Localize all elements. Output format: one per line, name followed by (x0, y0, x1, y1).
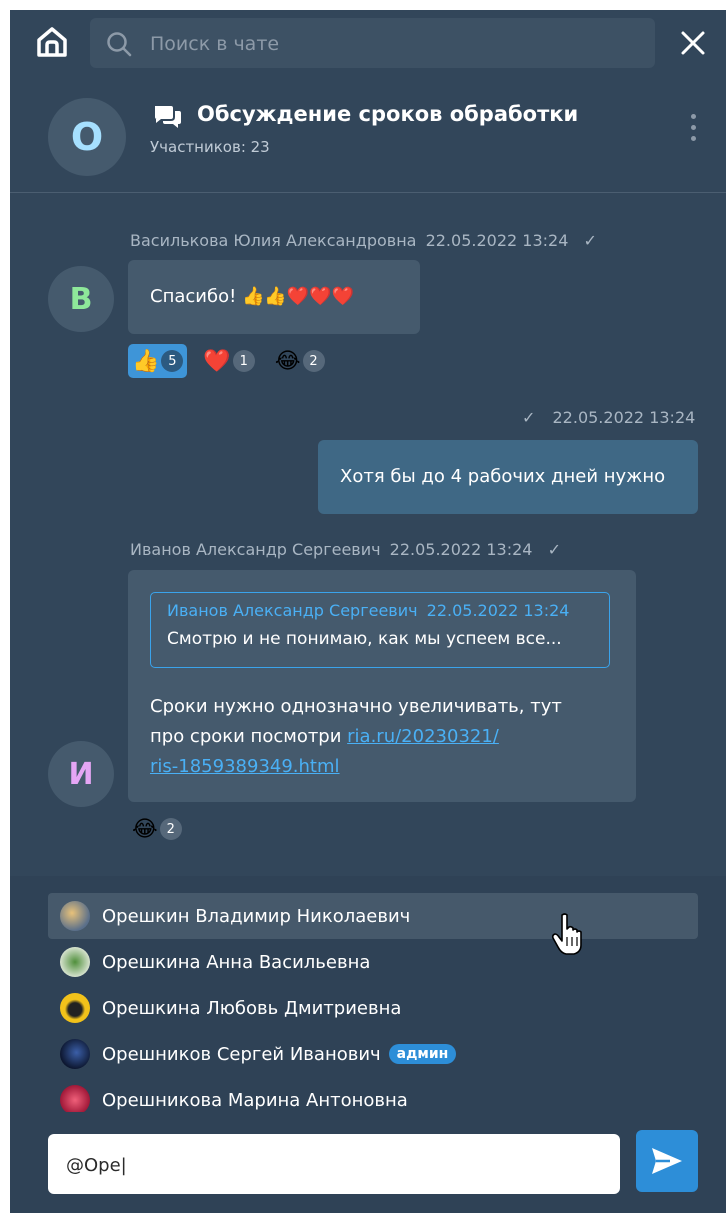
send-icon (652, 1148, 682, 1174)
message-meta: Василькова Юлия Александровна 22.05.2022… (130, 231, 597, 250)
reaction-heart[interactable]: ❤️ 1 (199, 344, 258, 378)
admin-badge: админ (388, 1044, 457, 1064)
home-icon (37, 27, 67, 57)
message-datetime: 22.05.2022 13:24 (552, 408, 696, 427)
mention-item[interactable]: Орешкин Владимир Николаевич (48, 893, 698, 939)
reactions-bar: 👍 5 ❤️ 1 😂 2 (128, 344, 329, 378)
message-link[interactable]: ris-1859389349.html (150, 756, 340, 777)
message-datetime: 22.05.2022 13:24 (389, 540, 533, 559)
chat-bubbles-icon (155, 106, 181, 128)
message-text: Спасибо! 👍👍❤️❤️❤️ (150, 286, 355, 307)
reactions-bar: 😂 2 (128, 812, 186, 846)
message-composer (10, 1112, 726, 1213)
message-bubble[interactable]: Спасибо! 👍👍❤️❤️❤️ (128, 260, 420, 334)
reaction-laugh[interactable]: 😂 2 (271, 344, 329, 378)
chat-avatar: О (48, 98, 126, 176)
message-text: Хотя бы до 4 рабочих дней нужно (340, 466, 666, 487)
quoted-message[interactable]: Иванов Александр Сергеевич 22.05.2022 13… (150, 592, 610, 668)
read-check-icon: ✓ (583, 231, 597, 250)
message-meta: ✓ 22.05.2022 13:24 (522, 408, 695, 427)
home-button[interactable] (34, 24, 70, 60)
read-check-icon: ✓ (522, 408, 536, 427)
message-link[interactable]: ria.ru/20230321/ (347, 726, 499, 747)
message-author: Иванов Александр Сергеевич (130, 540, 381, 559)
close-icon[interactable] (680, 30, 706, 56)
mention-item[interactable]: Орешников Сергей Иванович админ (48, 1031, 698, 1077)
message-text: Сроки нужно однозначно увеличивать, тут … (150, 696, 562, 777)
message-datetime: 22.05.2022 13:24 (425, 231, 569, 250)
user-avatar (60, 901, 90, 931)
hand-cursor-icon (551, 913, 582, 955)
message-bubble[interactable]: Иванов Александр Сергеевич 22.05.2022 13… (128, 570, 636, 802)
chat-title: Обсуждение сроков обработки (197, 102, 579, 126)
mention-suggestions: Орешкин Владимир Николаевич Орешкина Анн… (10, 876, 726, 1115)
send-button[interactable] (636, 1130, 698, 1192)
chat-header: О Обсуждение сроков обработки Участников… (10, 80, 726, 193)
read-check-icon: ✓ (547, 540, 561, 559)
reaction-thumbs-up[interactable]: 👍 5 (128, 344, 188, 378)
message-bubble-outgoing[interactable]: Хотя бы до 4 рабочих дней нужно (318, 440, 698, 514)
mention-item[interactable]: Орешкина Анна Васильевна (48, 939, 698, 985)
message-input[interactable] (64, 1134, 608, 1196)
quote-text: Смотрю и не понимаю, как мы успеем все..… (167, 629, 562, 649)
quote-meta: Иванов Александр Сергеевич 22.05.2022 13… (167, 601, 570, 620)
reaction-laugh[interactable]: 😂 2 (128, 812, 186, 846)
search-icon (107, 32, 132, 57)
message-input-box[interactable] (48, 1134, 620, 1196)
avatar: В (48, 266, 114, 332)
participants-count: Участников: 23 (150, 138, 270, 156)
chat-window: О Обсуждение сроков обработки Участников… (10, 10, 726, 1213)
search-bar (90, 18, 655, 70)
search-input[interactable] (148, 18, 632, 70)
user-avatar (60, 1085, 90, 1115)
mention-item[interactable]: Орешкина Любовь Дмитриевна (48, 985, 698, 1031)
message-author: Василькова Юлия Александровна (130, 231, 417, 250)
user-avatar (60, 1039, 90, 1069)
more-options-icon[interactable] (686, 114, 700, 150)
message-meta: Иванов Александр Сергеевич 22.05.2022 13… (130, 540, 561, 559)
user-avatar (60, 993, 90, 1023)
user-avatar (60, 947, 90, 977)
avatar: И (48, 741, 114, 807)
